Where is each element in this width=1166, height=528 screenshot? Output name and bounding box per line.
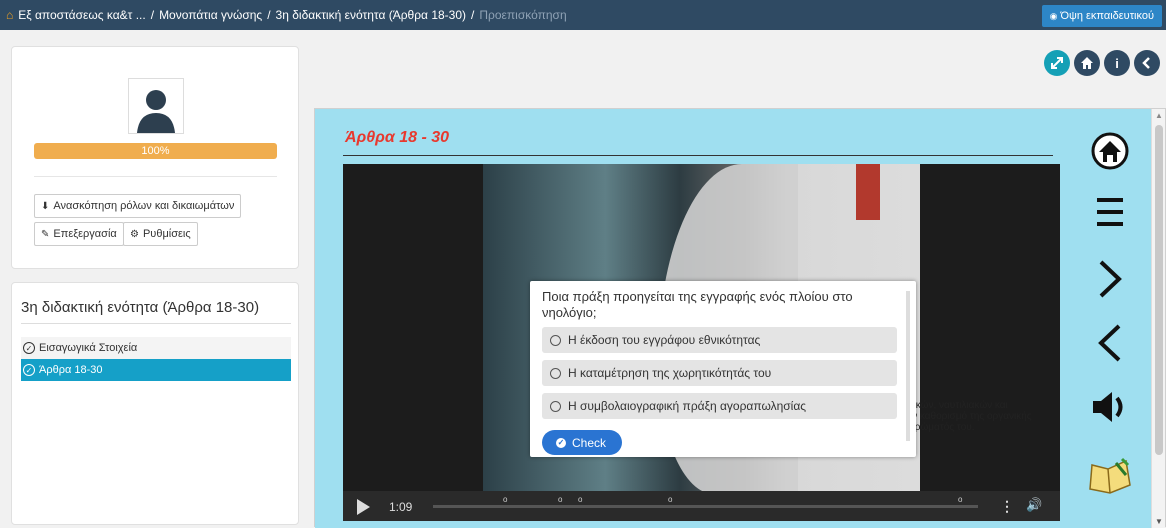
trainer-view-label: Όψη εκπαιδευτικού bbox=[1060, 10, 1154, 22]
more-options-icon[interactable]: ⋮ bbox=[1000, 498, 1014, 515]
top-icon-group: i bbox=[1044, 50, 1160, 76]
play-icon[interactable] bbox=[357, 499, 370, 515]
quiz-option[interactable]: Η έκδοση του εγγράφου εθνικότητας bbox=[542, 327, 897, 353]
breadcrumb-item-unit[interactable]: 3η διδακτική ενότητα (Άρθρα 18-30) bbox=[276, 8, 466, 22]
content-frame: Άρθρα 18 - 30 καταβολή των λιμενικών, να… bbox=[314, 108, 1166, 528]
player-time: 1:09 bbox=[389, 500, 413, 514]
quiz-question: Ποια πράξη προηγείται της εγγραφής ενός … bbox=[542, 289, 853, 320]
check-circle-icon: ✓ bbox=[23, 342, 35, 354]
frame-scrollbar[interactable]: ▲ ▼ bbox=[1151, 109, 1165, 528]
expand-icon[interactable] bbox=[1044, 50, 1070, 76]
breadcrumb-item-paths[interactable]: Μονοπάτια γνώσης bbox=[159, 8, 262, 22]
download-icon: ⬇ bbox=[41, 200, 50, 212]
previous-icon[interactable] bbox=[1085, 323, 1135, 363]
quiz-option-label: Η έκδοση του εγγράφου εθνικότητας bbox=[568, 333, 761, 347]
check-icon: ✓ bbox=[556, 437, 566, 448]
roles-review-label: Ανασκόπηση ρόλων και δικαιωμάτων bbox=[53, 200, 235, 212]
breadcrumb: ⌂ Εξ αποστάσεως κα&τ ... / Μονοπάτια γνώ… bbox=[0, 8, 567, 22]
home-icon[interactable] bbox=[1074, 50, 1100, 76]
divider bbox=[21, 323, 291, 324]
video-player[interactable]: καταβολή των λιμενικών, ναυτιλιακών και … bbox=[343, 164, 1060, 521]
lesson-canvas: Άρθρα 18 - 30 καταβολή των λιμενικών, να… bbox=[315, 109, 1153, 528]
roles-review-button[interactable]: ⬇ Ανασκόπηση ρόλων και δικαιωμάτων bbox=[34, 194, 242, 218]
quiz-option-label: Η συμβολαιογραφική πράξη αγοραπωλησίας bbox=[568, 399, 807, 413]
breadcrumb-item-course[interactable]: Εξ αποστάσεως κα&τ ... bbox=[18, 8, 145, 22]
home-icon[interactable]: ⌂ bbox=[6, 8, 13, 22]
check-button[interactable]: ✓ Check bbox=[542, 430, 622, 455]
gear-icon: ⚙ bbox=[130, 228, 139, 240]
nav-item-intro[interactable]: ✓ Εισαγωγικά Στοιχεία bbox=[21, 337, 291, 359]
nav-item-label: Άρθρα 18-30 bbox=[39, 364, 103, 376]
profile-panel: 100% ⬇ Ανασκόπηση ρόλων και δικαιωμάτων … bbox=[11, 46, 299, 269]
chapter-marker[interactable]: o bbox=[668, 495, 672, 504]
chapter-marker[interactable]: o bbox=[558, 495, 562, 504]
back-icon[interactable] bbox=[1134, 50, 1160, 76]
chapter-marker[interactable]: o bbox=[503, 495, 507, 504]
radio-icon[interactable] bbox=[550, 334, 561, 346]
quiz-option[interactable]: Η καταμέτρηση της χωρητικότητάς του bbox=[542, 360, 897, 386]
divider bbox=[34, 176, 277, 177]
slide-accent bbox=[856, 164, 880, 220]
quiz-option-label: Η καταμέτρηση της χωρητικότητάς του bbox=[568, 366, 772, 380]
quiz-scrollbar[interactable] bbox=[906, 291, 910, 441]
chapter-marker[interactable]: o bbox=[958, 495, 962, 504]
player-controls: 1:09 o o o o o ⋮ 🔊 bbox=[343, 491, 1060, 521]
scroll-up-icon[interactable]: ▲ bbox=[1155, 111, 1163, 120]
volume-icon[interactable]: 🔊 bbox=[1026, 497, 1042, 513]
trainer-view-button[interactable]: ◉ Όψη εκπαιδευτικού bbox=[1041, 5, 1162, 27]
seek-bar[interactable]: o o o o o bbox=[433, 495, 978, 508]
breadcrumb-separator: / bbox=[471, 8, 475, 22]
quiz-option[interactable]: Η συμβολαιογραφική πράξη αγοραπωλησίας bbox=[542, 393, 897, 419]
check-circle-icon: ✓ bbox=[23, 364, 35, 376]
progress-bar: 100% bbox=[34, 143, 277, 159]
settings-label: Ρυθμίσεις bbox=[142, 228, 191, 240]
breadcrumb-current: Προεπισκόπηση bbox=[479, 8, 567, 22]
radio-icon[interactable] bbox=[550, 367, 561, 379]
nav-item-label: Εισαγωγικά Στοιχεία bbox=[39, 342, 138, 354]
notebook-icon[interactable] bbox=[1085, 455, 1135, 499]
breadcrumb-separator: / bbox=[150, 8, 155, 22]
edit-button[interactable]: ✎ Επεξεργασία bbox=[34, 222, 124, 246]
quiz-dialog: Ποια πράξη προηγείται της εγγραφής ενός … bbox=[530, 281, 916, 457]
menu-icon[interactable] bbox=[1085, 195, 1135, 229]
radio-icon[interactable] bbox=[550, 400, 561, 412]
avatar bbox=[128, 78, 184, 134]
pencil-icon: ✎ bbox=[41, 228, 50, 240]
progress-label: 100% bbox=[141, 145, 170, 157]
speaker-icon[interactable] bbox=[1085, 389, 1135, 425]
scrollbar-thumb[interactable] bbox=[1155, 125, 1163, 455]
edit-label: Επεξεργασία bbox=[53, 228, 117, 240]
top-bar: ⌂ Εξ αποστάσεως κα&τ ... / Μονοπάτια γνώ… bbox=[0, 0, 1166, 30]
lesson-title: Άρθρα 18 - 30 bbox=[345, 129, 450, 146]
breadcrumb-separator: / bbox=[267, 8, 271, 22]
scroll-down-icon[interactable]: ▼ bbox=[1155, 517, 1163, 526]
info-icon[interactable]: i bbox=[1104, 50, 1130, 76]
eye-icon: ◉ bbox=[1049, 10, 1058, 21]
next-icon[interactable] bbox=[1085, 259, 1135, 299]
chapter-marker[interactable]: o bbox=[578, 495, 582, 504]
unit-title: 3η διδακτική ενότητα (Άρθρα 18-30) bbox=[21, 299, 260, 316]
title-underline bbox=[343, 155, 1053, 156]
home-icon[interactable] bbox=[1085, 131, 1135, 171]
nav-item-articles[interactable]: ✓ Άρθρα 18-30 bbox=[21, 359, 291, 381]
unit-nav-panel: 3η διδακτική ενότητα (Άρθρα 18-30) ✓ Εισ… bbox=[11, 282, 299, 525]
settings-button[interactable]: ⚙ Ρυθμίσεις bbox=[123, 222, 198, 246]
check-label: Check bbox=[572, 435, 607, 450]
